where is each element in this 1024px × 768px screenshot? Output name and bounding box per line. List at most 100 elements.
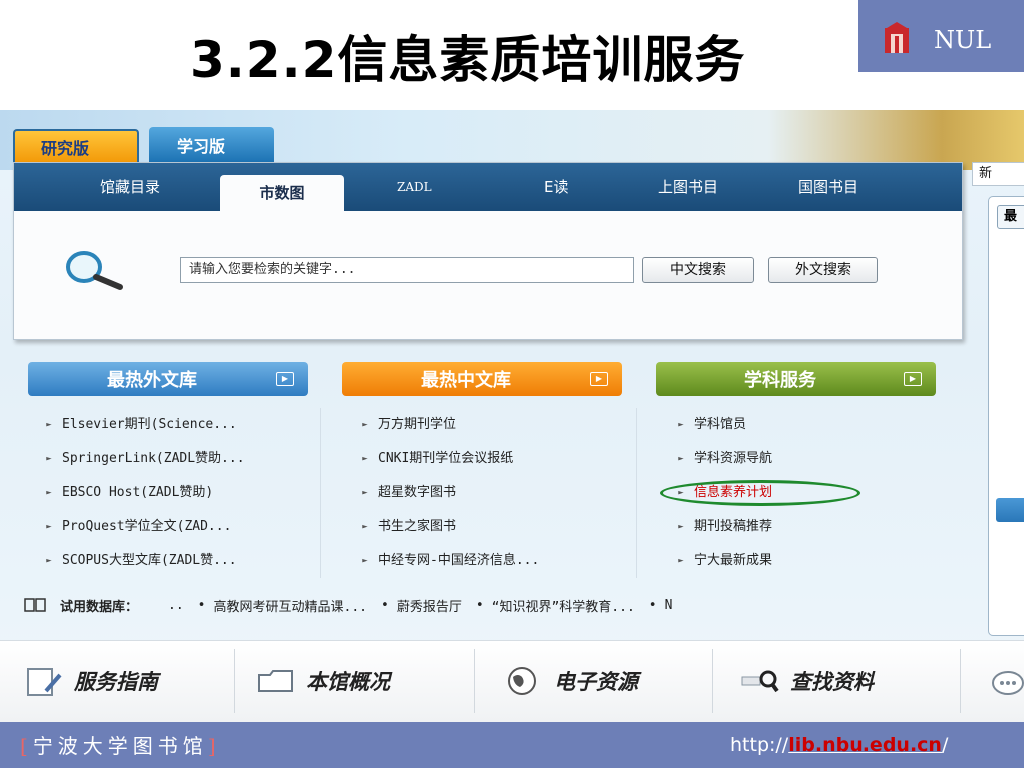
list-item[interactable]: ► Elsevier期刊(Science...: [36, 408, 336, 442]
url-domain: lib.nbu.edu.cn: [788, 734, 942, 756]
menu-service-guide[interactable]: 服务指南: [24, 653, 158, 709]
menu-library-overview[interactable]: 本馆概况: [256, 653, 390, 709]
footer-library-text: 宁波大学图书馆: [32, 734, 208, 758]
menu-divider: [234, 649, 235, 713]
tab-research-version[interactable]: 研究版: [13, 129, 139, 162]
right-sidebar: 新 最: [966, 162, 1024, 722]
list-item[interactable]: ► SpringerLink(ZADL赞助...: [36, 442, 336, 476]
right-side-box: 最: [988, 196, 1024, 636]
footer-bracket-close: ]: [207, 734, 221, 758]
foreign-search-button[interactable]: 外文搜索: [768, 257, 878, 283]
bullet-arrow-icon: ►: [678, 556, 684, 566]
trial-item[interactable]: “知识视界”科学教育...: [492, 596, 635, 615]
trial-db-row: 试用数据库： .. • 高教网考研互动精品课... • 蔚秀报告厅 • “知识视界”科…: [24, 590, 964, 620]
list-item[interactable]: ► 万方期刊学位: [352, 408, 652, 442]
menu-divider: [474, 649, 475, 713]
logo-text: NUL: [934, 26, 992, 54]
bullet-dot-icon: •: [648, 597, 657, 613]
header-foreign-db-label: 最热外文库: [107, 370, 197, 391]
header-foreign-db[interactable]: 最热外文库 ▶: [28, 362, 308, 396]
list-item[interactable]: ► 期刊投稿推荐: [668, 510, 968, 544]
menu-divider: [712, 649, 713, 713]
footer-library-name: [宁波大学图书馆]: [20, 730, 221, 759]
chinese-search-button[interactable]: 中文搜索: [642, 257, 754, 283]
document-pencil-icon: [27, 668, 62, 696]
bullet-arrow-icon: ►: [362, 454, 368, 464]
list-item[interactable]: ► ProQuest学位全文(ZAD...: [36, 510, 336, 544]
bottom-menu: 服务指南 本馆概况 电子资源 查找资料: [0, 640, 1024, 722]
nav-tab-catalog[interactable]: 馆藏目录: [100, 163, 160, 211]
book-icon: [24, 598, 46, 612]
trial-db-label: 试用数据库：: [60, 599, 139, 615]
list-item[interactable]: ► SCOPUS大型文库(ZADL赞...: [36, 544, 336, 578]
search-icon: [741, 670, 779, 693]
header-chinese-db[interactable]: 最热中文库 ▶: [342, 362, 622, 396]
nav-tab-national-lib[interactable]: 国图书目: [798, 163, 858, 211]
list-item[interactable]: ► 学科资源导航: [668, 442, 968, 476]
list-item[interactable]: ► 学科馆员: [668, 408, 968, 442]
globe-icon: [508, 667, 536, 695]
url-suffix: /: [941, 734, 949, 756]
bullet-dot-icon: •: [380, 597, 389, 613]
bullet-arrow-icon: ►: [46, 454, 52, 464]
bullet-arrow-icon: ►: [362, 556, 368, 566]
folder-icon: [258, 670, 293, 692]
chat-bubble-icon[interactable]: [986, 669, 1024, 697]
bullet-arrow-icon: ►: [362, 488, 368, 498]
nav-tab-e-read[interactable]: E读: [544, 163, 568, 211]
footer-bracket-open: [: [20, 734, 33, 758]
play-arrow-icon: ▶: [276, 372, 294, 386]
bullet-dot-icon: •: [475, 597, 484, 613]
trial-dots: ..: [168, 597, 184, 613]
library-logo-icon: [885, 22, 909, 53]
nav-tab-zadl[interactable]: ZADL: [397, 163, 432, 211]
tab-study-version[interactable]: 学习版: [149, 127, 274, 162]
search-nav-bar: 馆藏目录 ZADL E读 上图书目 国图书目: [14, 163, 962, 211]
url-prefix: http://: [730, 734, 789, 756]
footer-bar: [宁波大学图书馆] http://lib.nbu.edu.cn/: [0, 722, 1024, 768]
chinese-db-list: ► 万方期刊学位 ► CNKI期刊学位会议报纸 ► 超星数字图书 ► 书生之家图书 ► 中…: [352, 408, 652, 578]
bullet-arrow-icon: ►: [678, 522, 684, 532]
menu-library-overview-label: 本馆概况: [306, 669, 390, 694]
header-subject-service-label: 学科服务: [744, 370, 816, 391]
list-item[interactable]: ► 超星数字图书: [352, 476, 652, 510]
bullet-arrow-icon: ►: [678, 420, 684, 430]
list-item[interactable]: ► 中经专网-中国经济信息...: [352, 544, 652, 578]
list-item[interactable]: ► 书生之家图书: [352, 510, 652, 544]
highlight-ring: [660, 480, 860, 506]
menu-divider: [960, 649, 961, 713]
trial-item[interactable]: 蔚秀报告厅: [397, 596, 462, 615]
menu-e-resources[interactable]: 电子资源: [504, 653, 638, 709]
bullet-arrow-icon: ►: [46, 556, 52, 566]
nav-tab-shanghai-lib[interactable]: 上图书目: [658, 163, 718, 211]
list-item[interactable]: ► CNKI期刊学位会议报纸: [352, 442, 652, 476]
column-divider: [320, 408, 321, 578]
bullet-arrow-icon: ►: [678, 454, 684, 464]
right-box-heading: 最: [997, 205, 1024, 229]
menu-e-resources-label: 电子资源: [554, 669, 638, 694]
header-chinese-db-label: 最热中文库: [421, 370, 511, 391]
column-divider: [636, 408, 637, 578]
trial-item[interactable]: N: [665, 598, 673, 613]
menu-find-materials[interactable]: 查找资料: [740, 653, 874, 709]
bullet-arrow-icon: ►: [46, 488, 52, 498]
right-blue-button[interactable]: [996, 498, 1024, 522]
search-input[interactable]: 请输入您要检索的关键字...: [180, 257, 634, 283]
list-item[interactable]: ► EBSCO Host(ZADL赞助): [36, 476, 336, 510]
footer-url[interactable]: http://lib.nbu.edu.cn/: [730, 734, 948, 756]
slide-title: 3.2.2信息素质培训服务: [190, 31, 746, 89]
play-arrow-icon: ▶: [590, 372, 608, 386]
trial-item[interactable]: 高教网考研互动精品课...: [214, 596, 367, 615]
bullet-dot-icon: •: [197, 597, 206, 613]
magnifier-icon: [66, 251, 123, 290]
nav-tab-city-digital-lib[interactable]: 市数图: [220, 175, 344, 211]
play-arrow-icon: ▶: [904, 372, 922, 386]
bullet-arrow-icon: ►: [362, 420, 368, 430]
search-panel: 馆藏目录 ZADL E读 上图书目 国图书目 市数图 请输入您要检索的关键字..…: [13, 162, 963, 340]
bullet-arrow-icon: ►: [46, 522, 52, 532]
right-tab-new[interactable]: 新: [972, 162, 1024, 186]
list-item[interactable]: ► 宁大最新成果: [668, 544, 968, 578]
foreign-db-list: ► Elsevier期刊(Science... ► SpringerLink(ZAD…: [36, 408, 336, 578]
menu-service-guide-label: 服务指南: [74, 669, 158, 694]
header-subject-service[interactable]: 学科服务 ▶: [656, 362, 936, 396]
